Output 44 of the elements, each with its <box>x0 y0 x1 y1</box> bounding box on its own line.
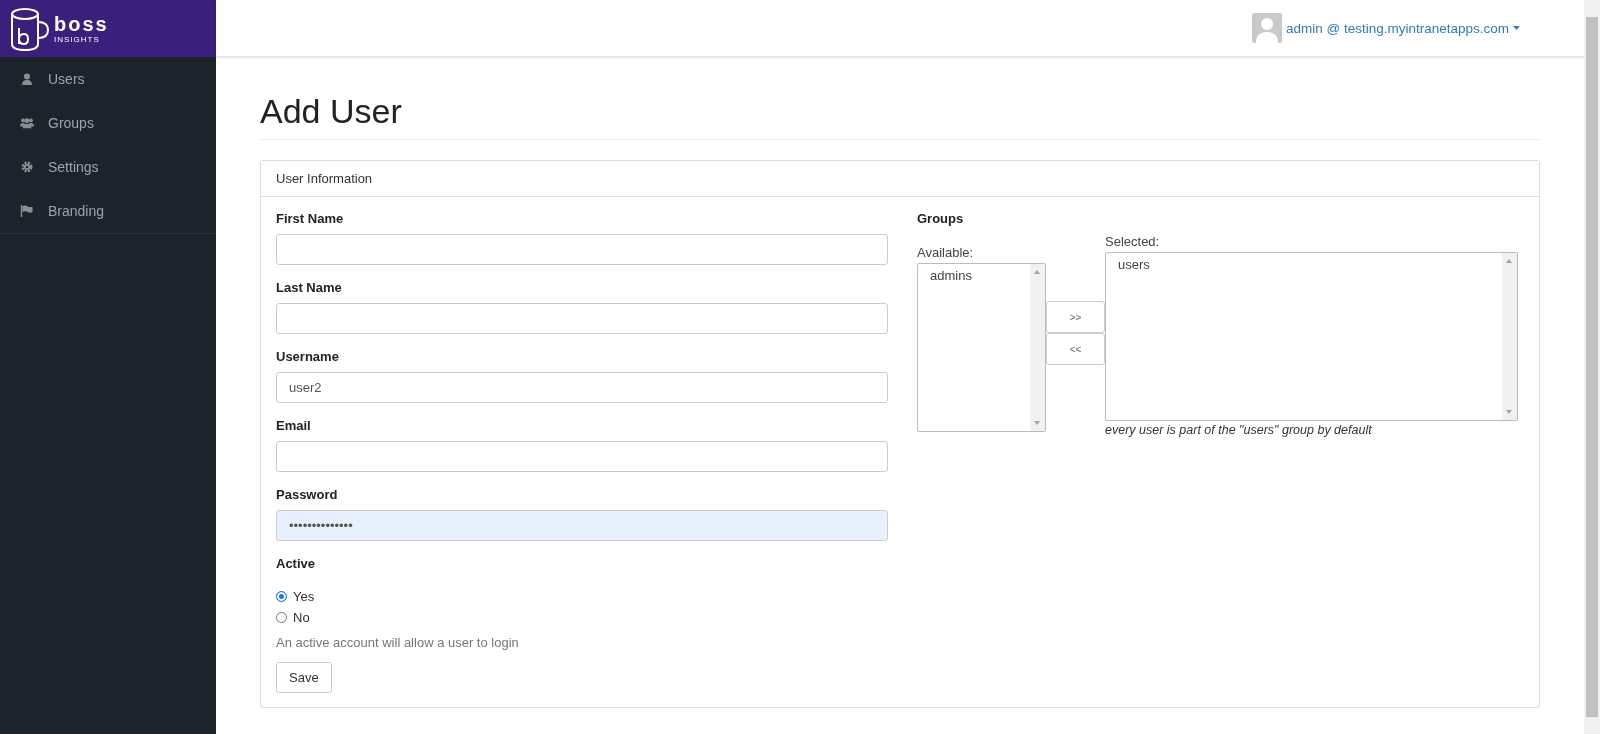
add-button[interactable]: >> <box>1046 301 1105 333</box>
field-label: Password <box>276 487 339 502</box>
list-option[interactable]: admins <box>930 268 1018 283</box>
list-option[interactable]: users <box>1118 257 1490 272</box>
radio-label: Yes <box>293 589 315 604</box>
avatar-icon <box>1251 13 1282 43</box>
flag-icon <box>20 205 34 217</box>
input-field[interactable]: user2 <box>276 372 888 403</box>
scrollbar[interactable] <box>1502 253 1517 420</box>
input-field[interactable]: •••••••••••••• <box>276 510 888 541</box>
section-label: Groups <box>917 211 965 226</box>
help-text: An active account will allow a user to login <box>276 635 519 650</box>
field-label: Email <box>276 418 312 433</box>
radio-label: No <box>293 610 310 625</box>
sidebar-item[interactable]: Branding <box>0 189 216 233</box>
users-icon <box>20 117 34 129</box>
remove-button[interactable]: << <box>1046 333 1105 365</box>
sidebar-item[interactable]: Groups <box>0 101 216 145</box>
list-box[interactable]: users <box>1105 252 1518 421</box>
list-label: Available: <box>917 245 975 260</box>
page-title: Add User <box>260 92 1540 140</box>
input-field[interactable] <box>276 441 888 472</box>
logo-name: boss <box>54 13 109 34</box>
caret-icon <box>1513 26 1520 30</box>
list-box[interactable]: admins <box>917 263 1046 432</box>
list-label: Selected: <box>1105 234 1161 249</box>
field-label: Last Name <box>276 280 343 295</box>
panel-header: User Information <box>261 161 1539 197</box>
scrollbar[interactable] <box>1030 264 1045 431</box>
field-label: Username <box>276 349 340 364</box>
account-menu-link[interactable]: admin @ testing.myintranetapps.com <box>1285 20 1509 36</box>
field-label: Active <box>276 556 316 571</box>
radio-button[interactable] <box>276 591 287 602</box>
sidebar-item[interactable]: Users <box>0 57 216 101</box>
page-scrollbar[interactable] <box>1584 0 1600 734</box>
user-icon <box>20 73 34 85</box>
logo-tagline: INSIGHTS <box>54 35 101 44</box>
gear-icon <box>20 161 34 173</box>
note-text: every user is part of the "users" group by default <box>1105 423 1373 437</box>
field-label: First Name <box>276 211 345 226</box>
input-field[interactable] <box>276 234 888 265</box>
save-button[interactable]: Save <box>276 662 332 693</box>
sidebar-item[interactable]: Settings <box>0 145 216 189</box>
input-field[interactable] <box>276 303 888 334</box>
